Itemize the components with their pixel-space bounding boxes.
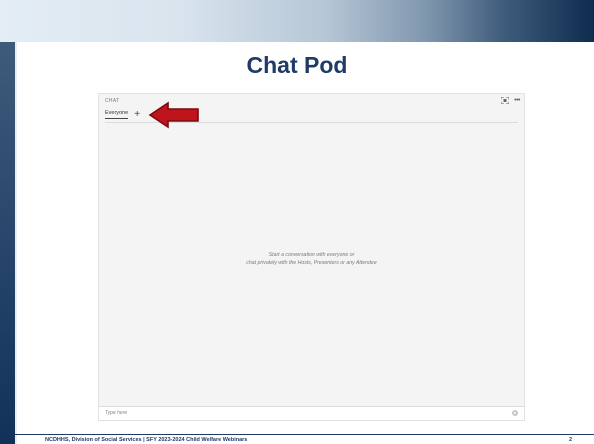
pod-toolbar: ••• <box>501 97 520 104</box>
slide: Chat Pod CHAT ••• Everyone + Start a con… <box>0 0 594 444</box>
empty-message-line-2: chat privately with the Hosts, Presenter… <box>246 260 377 266</box>
left-stripe <box>0 42 15 444</box>
chat-message-input[interactable] <box>105 410 405 416</box>
red-arrow-annotation <box>148 101 199 129</box>
footer-text: NCDHHS, Division of Social Services | SF… <box>45 437 248 443</box>
empty-chat-message: Start a conversation with everyone or ch… <box>99 251 524 267</box>
top-banner <box>0 0 594 42</box>
add-tab-button[interactable]: + <box>134 109 140 119</box>
slide-title: Chat Pod <box>246 52 348 78</box>
chat-pod: CHAT ••• Everyone + Start a conversation… <box>98 93 525 421</box>
chat-input-row <box>99 407 524 420</box>
tab-everyone[interactable]: Everyone <box>105 110 129 119</box>
left-stripe-highlight <box>15 42 17 444</box>
expand-icon[interactable] <box>501 97 510 104</box>
page-number: 2 <box>568 437 572 443</box>
chat-pod-label: CHAT <box>105 98 120 104</box>
empty-message-line-1: Start a conversation with everyone or <box>268 252 355 258</box>
chat-tabs: Everyone + <box>105 109 140 119</box>
footer-divider <box>15 434 594 435</box>
send-icon[interactable] <box>512 410 518 416</box>
more-options-icon[interactable]: ••• <box>514 97 520 104</box>
